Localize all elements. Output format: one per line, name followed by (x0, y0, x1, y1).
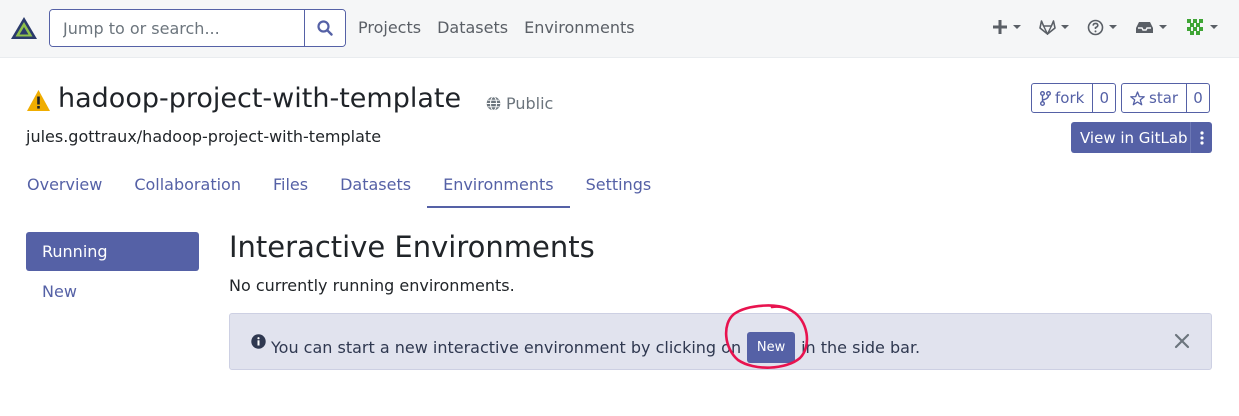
plus-icon (993, 20, 1007, 34)
tab-overview[interactable]: Overview (11, 166, 118, 208)
star-count: 0 (1193, 89, 1203, 107)
fork-button[interactable]: fork (1032, 84, 1094, 112)
project-title: hadoop-project-with-template (58, 83, 462, 114)
renku-logo-icon[interactable] (10, 15, 38, 43)
help-dropdown[interactable] (1087, 19, 1117, 36)
fork-icon (1040, 90, 1051, 106)
view-in-gitlab-button: View in GitLab (1071, 122, 1212, 153)
inbox-dropdown[interactable] (1135, 20, 1167, 35)
more-options-icon[interactable] (1190, 122, 1212, 153)
close-icon[interactable] (1173, 332, 1191, 350)
project-tabs: Overview Collaboration Files Datasets En… (11, 166, 667, 208)
sidebar-item-running[interactable]: Running (26, 232, 199, 271)
help-icon (1087, 19, 1104, 35)
tab-settings[interactable]: Settings (570, 166, 668, 208)
sidebar-item-new[interactable]: New (42, 282, 77, 301)
tab-files[interactable]: Files (257, 166, 324, 208)
alert-text-after: in the side bar. (801, 338, 921, 357)
star-button[interactable]: star (1122, 84, 1188, 112)
user-avatar (1185, 17, 1205, 37)
search-box (49, 9, 346, 47)
inbox-icon (1136, 21, 1153, 33)
info-alert: You can start a new interactive environm… (229, 313, 1212, 370)
nav-right (992, 17, 1218, 37)
fork-button-group: fork 0 (1031, 83, 1117, 113)
nav-environments[interactable]: Environments (524, 18, 635, 37)
search-input[interactable] (50, 10, 305, 46)
empty-state-text: No currently running environments. (229, 276, 515, 295)
alert-message: You can start a new interactive environm… (271, 332, 920, 363)
alert-text-before: You can start a new interactive environm… (271, 338, 742, 357)
gitlab-icon (1039, 20, 1056, 35)
alert-new-button[interactable]: New (747, 332, 796, 363)
nav-projects[interactable]: Projects (358, 18, 421, 37)
tab-datasets[interactable]: Datasets (324, 166, 427, 208)
info-icon (251, 334, 266, 349)
visibility-badge: Public (486, 94, 553, 113)
search-button[interactable] (304, 10, 345, 46)
fork-label: fork (1055, 89, 1085, 107)
view-in-gitlab-label[interactable]: View in GitLab (1071, 129, 1190, 147)
star-label: star (1149, 89, 1179, 107)
main-nav: Projects Datasets Environments (358, 18, 635, 37)
top-navbar: Projects Datasets Environments (0, 0, 1239, 58)
visibility-label: Public (506, 94, 554, 113)
nav-datasets[interactable]: Datasets (437, 18, 508, 37)
fork-count: 0 (1099, 89, 1110, 107)
gitlab-dropdown[interactable] (1039, 19, 1069, 35)
star-button-group: star 0 (1121, 83, 1211, 113)
tab-environments[interactable]: Environments (427, 166, 570, 208)
page-title: Interactive Environments (229, 230, 595, 264)
star-icon (1130, 90, 1145, 105)
search-icon (317, 20, 333, 36)
globe-icon (486, 96, 501, 111)
project-path: jules.gottraux/hadoop-project-with-templ… (26, 127, 382, 146)
create-dropdown[interactable] (992, 19, 1021, 35)
warning-icon (26, 88, 51, 113)
user-dropdown[interactable] (1185, 17, 1218, 37)
tab-collaboration[interactable]: Collaboration (118, 166, 257, 208)
